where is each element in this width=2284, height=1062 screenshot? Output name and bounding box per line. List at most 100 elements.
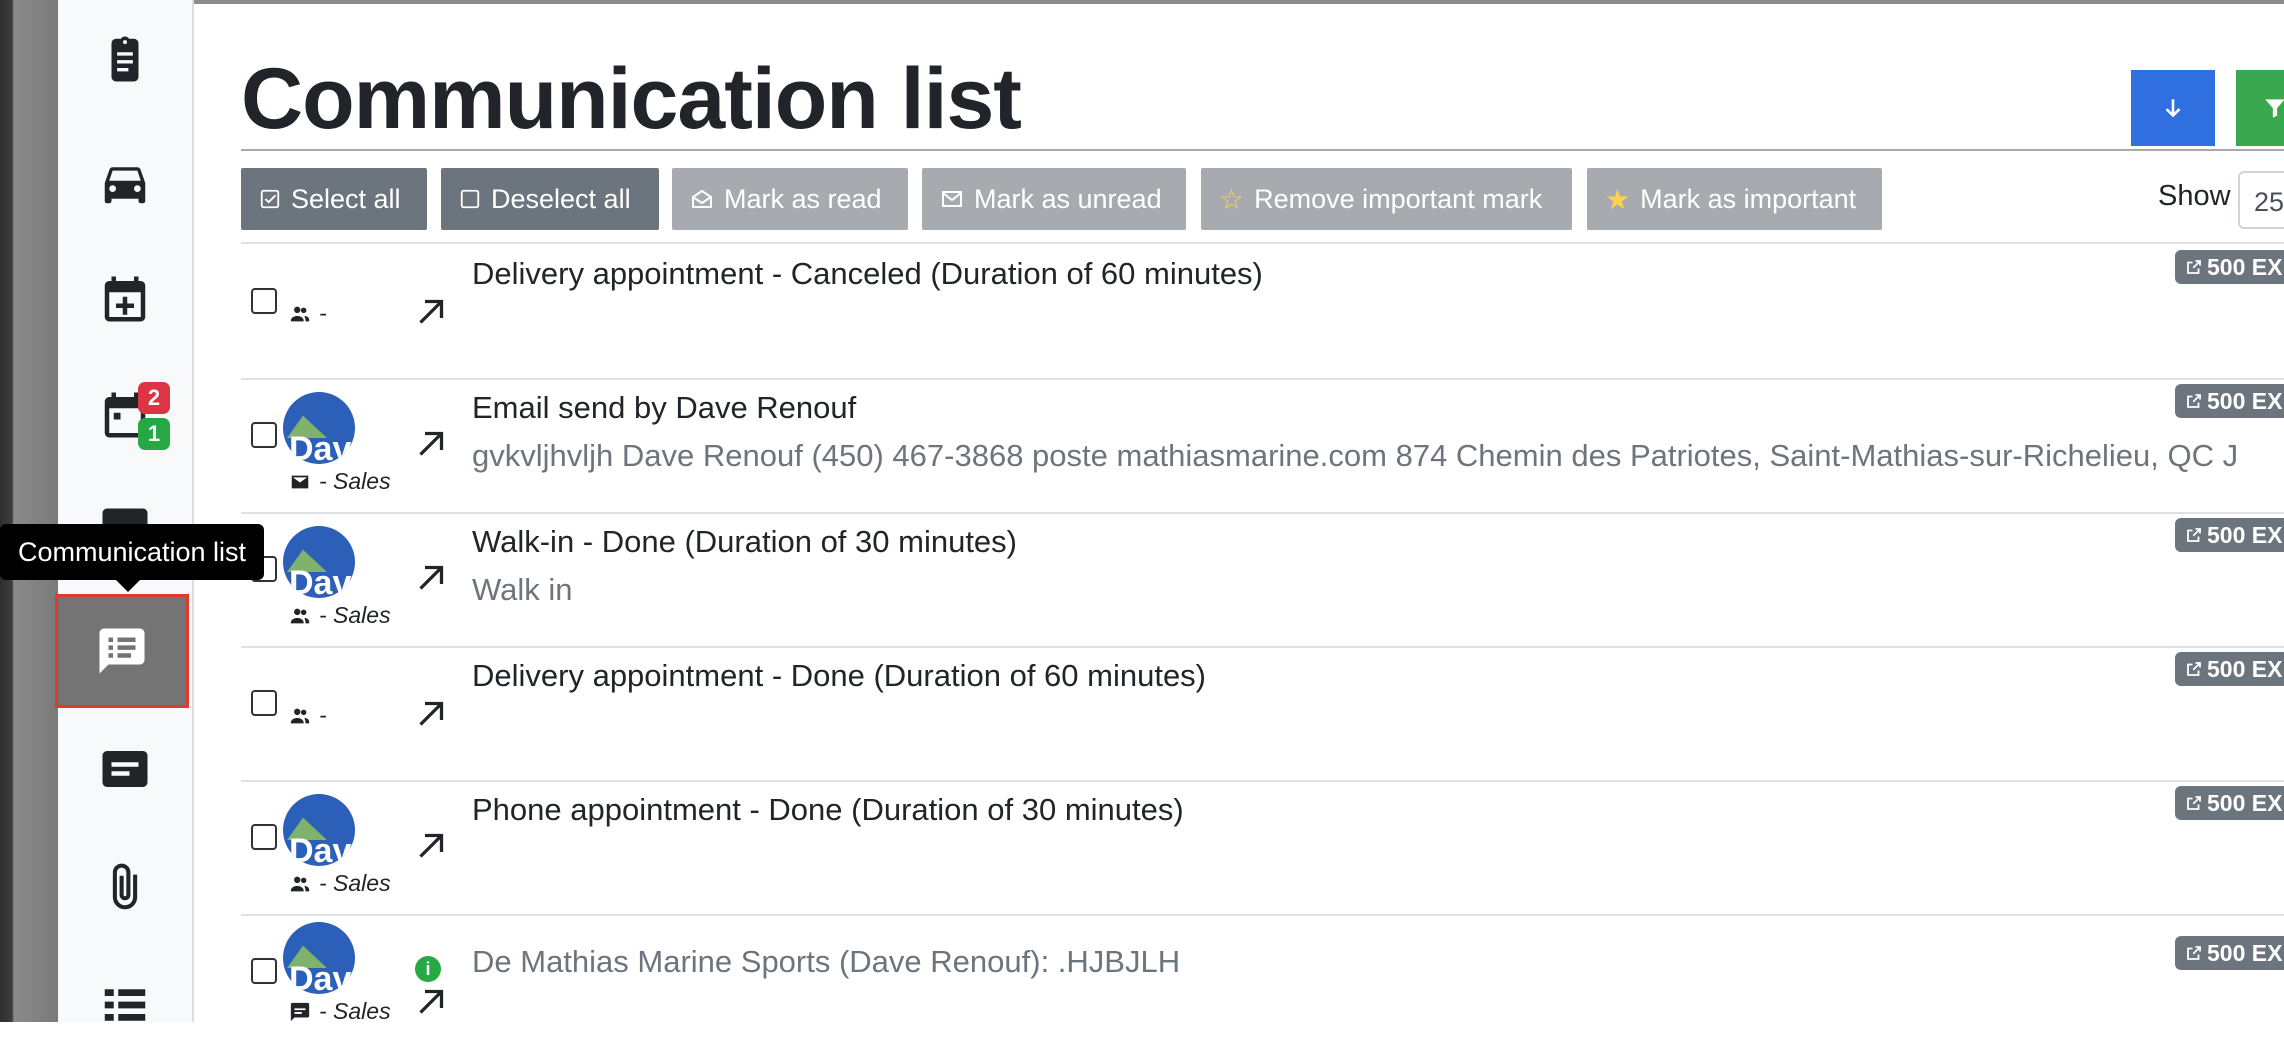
- filter-button[interactable]: [2236, 70, 2284, 146]
- envelope-open-icon: [692, 189, 712, 208]
- row-user-label: - Sales: [319, 468, 391, 494]
- row-badge-label: 500 EX: [2207, 521, 2283, 548]
- mark-as-read-button[interactable]: Mark as read: [672, 168, 908, 230]
- people-icon: [290, 708, 310, 723]
- row-badge[interactable]: 500 EX: [2175, 936, 2284, 970]
- row-user: - Sales: [289, 602, 391, 629]
- sidebar-item-new-appointment[interactable]: [58, 242, 192, 356]
- mark-as-unread-label: Mark as unread: [974, 183, 1162, 214]
- mark-important-button[interactable]: ★ Mark as important: [1587, 168, 1882, 230]
- row-user-label: - Sales: [319, 602, 391, 628]
- mark-as-unread-button[interactable]: Mark as unread: [922, 168, 1186, 230]
- avatar-text: Dav: [289, 960, 352, 994]
- external-link-icon: [2187, 796, 2201, 810]
- star-filled-icon: ★: [1605, 183, 1631, 215]
- row-checkbox[interactable]: [251, 288, 277, 314]
- deselect-all-button[interactable]: Deselect all: [441, 168, 659, 230]
- avatar-text: Dav: [289, 832, 352, 866]
- row-user: - Sales: [289, 468, 391, 495]
- row-badge[interactable]: 500 EX: [2175, 384, 2284, 418]
- avatar: Dav: [283, 922, 355, 994]
- info-icon[interactable]: i: [415, 956, 441, 982]
- message-list-icon: [99, 628, 145, 674]
- row-title: Delivery appointment - Canceled (Duratio…: [472, 256, 1263, 291]
- open-arrow-icon[interactable]: [413, 984, 449, 1020]
- row-badge-label: 500 EX: [2207, 789, 2283, 816]
- sidebar-item-calendar[interactable]: 2 1: [58, 358, 192, 472]
- open-arrow-icon[interactable]: [413, 828, 449, 864]
- arrow-down-icon: [2165, 99, 2181, 118]
- row-title: Email send by Dave Renouf: [472, 390, 857, 425]
- row-checkbox[interactable]: [251, 690, 277, 716]
- row-badge[interactable]: 500 EX: [2175, 652, 2284, 686]
- filter-icon: [2265, 99, 2284, 118]
- people-icon: [290, 306, 310, 321]
- remove-important-button[interactable]: ☆ Remove important mark: [1201, 168, 1572, 230]
- table-row[interactable]: Dav i - Sales De Mathias Marine Sports (…: [241, 914, 2284, 1048]
- row-user: - Sales: [289, 870, 391, 897]
- table-row[interactable]: - Delivery appointment - Done (Duration …: [241, 646, 2284, 782]
- checkbox-empty-icon: [460, 189, 480, 209]
- table-row[interactable]: - Delivery appointment - Canceled (Durat…: [241, 244, 2284, 380]
- row-badge-label: 500 EX: [2207, 655, 2283, 682]
- external-link-icon: [2187, 662, 2201, 676]
- open-arrow-icon[interactable]: [413, 696, 449, 732]
- row-badge-label: 500 EX: [2207, 939, 2283, 966]
- avatar: Dav: [283, 794, 355, 866]
- row-badge[interactable]: 500 EX: [2175, 518, 2284, 552]
- row-checkbox[interactable]: [251, 824, 277, 850]
- window-edge: [0, 0, 58, 1022]
- calendar-badge-green: 1: [138, 418, 170, 450]
- mark-important-label: Mark as important: [1640, 183, 1857, 214]
- row-badge[interactable]: 500 EX: [2175, 786, 2284, 820]
- list-icon: [104, 989, 146, 1021]
- deselect-all-label: Deselect all: [491, 183, 631, 214]
- title-divider: [241, 149, 2284, 151]
- row-subtitle: De Mathias Marine Sports (Dave Renouf): …: [472, 944, 1181, 979]
- external-link-icon: [2187, 394, 2201, 408]
- mark-as-read-label: Mark as read: [724, 183, 882, 214]
- row-user-label: - Sales: [319, 870, 391, 896]
- avatar: Dav: [283, 392, 355, 464]
- table-row[interactable]: Dav - Sales Phone appointment - Done (Du…: [241, 780, 2284, 916]
- table-row[interactable]: Dav - Sales Email send by Dave Renouf gv…: [241, 378, 2284, 514]
- external-link-icon: [2187, 260, 2201, 274]
- envelope-icon: [942, 191, 962, 207]
- row-user-label: -: [319, 300, 327, 326]
- row-subtitle: gvkvljhvljh Dave Renouf (450) 467-3868 p…: [472, 438, 2239, 473]
- row-checkbox[interactable]: [251, 958, 277, 984]
- sidebar-item-communication-list[interactable]: [55, 594, 189, 708]
- sidebar-item-list[interactable]: [58, 948, 192, 1062]
- avatar-text: Dav: [289, 564, 352, 598]
- clipboard-icon: [111, 36, 139, 82]
- top-border: [192, 0, 2284, 4]
- open-arrow-icon[interactable]: [413, 294, 449, 330]
- open-arrow-icon[interactable]: [413, 560, 449, 596]
- show-label: Show: [2158, 180, 2231, 212]
- sidebar-item-tasks[interactable]: [58, 2, 192, 116]
- table-row[interactable]: Dav - Sales Walk-in - Done (Duration of …: [241, 512, 2284, 648]
- sidebar-item-attachments[interactable]: [58, 830, 192, 944]
- download-button[interactable]: [2131, 70, 2215, 146]
- select-all-button[interactable]: Select all: [241, 168, 427, 230]
- row-title: Walk-in - Done (Duration of 30 minutes): [472, 524, 1017, 559]
- row-badge[interactable]: 500 EX: [2175, 250, 2284, 284]
- row-title: Phone appointment - Done (Duration of 30…: [472, 792, 1184, 827]
- row-badge-label: 500 EX: [2207, 253, 2283, 280]
- page-size-select[interactable]: 25: [2238, 171, 2284, 229]
- avatar-text: Dav: [289, 430, 352, 464]
- paperclip-icon: [112, 863, 138, 910]
- remove-important-label: Remove important mark: [1254, 183, 1543, 214]
- people-icon: [290, 876, 310, 891]
- row-user-label: -: [319, 702, 327, 728]
- calendar-plus-icon: [104, 276, 146, 322]
- row-title: Delivery appointment - Done (Duration of…: [472, 658, 1207, 693]
- external-link-icon: [2187, 528, 2201, 542]
- page-title: Communication list: [241, 51, 1022, 147]
- sidebar-item-vehicles[interactable]: [58, 126, 192, 240]
- sidebar-item-notes[interactable]: [58, 712, 192, 826]
- sidebar: 2 1: [55, 0, 194, 1022]
- open-arrow-icon[interactable]: [413, 426, 449, 462]
- row-checkbox[interactable]: [251, 422, 277, 448]
- card-icon: [102, 751, 148, 787]
